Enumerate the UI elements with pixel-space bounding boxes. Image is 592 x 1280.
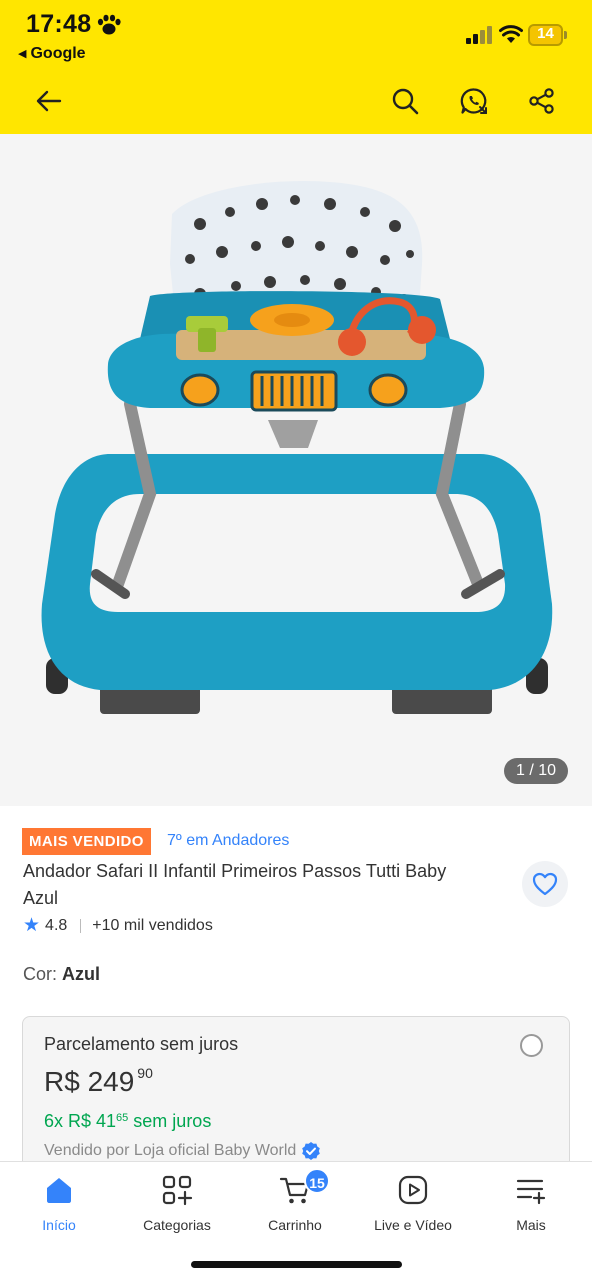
installment-radio[interactable] bbox=[520, 1034, 543, 1057]
installment-suffix: sem juros bbox=[128, 1111, 212, 1131]
product-gallery[interactable]: 1 / 10 bbox=[0, 134, 592, 806]
menu-plus-icon bbox=[516, 1179, 546, 1205]
paw-icon bbox=[97, 14, 121, 35]
back-button[interactable] bbox=[29, 81, 69, 121]
rating-value: 4.8 bbox=[45, 916, 68, 934]
favorite-button[interactable] bbox=[522, 861, 568, 907]
category-rank-link[interactable]: 7º em Andadores bbox=[167, 832, 289, 850]
nav-inicio-label: Início bbox=[42, 1217, 76, 1233]
price: R$ 249 90 bbox=[44, 1065, 153, 1098]
installment-amount: 6x R$ 41 bbox=[44, 1111, 117, 1131]
product-image bbox=[41, 181, 553, 714]
installment-info: 6x R$ 4165 sem juros bbox=[44, 1111, 211, 1132]
nav-live-video[interactable]: Live e Vídeo bbox=[354, 1174, 472, 1244]
nav-mais-label: Mais bbox=[516, 1217, 546, 1233]
product-info: MAIS VENDIDO 7º em Andadores Andador Saf… bbox=[0, 806, 592, 1186]
cellular-signal-icon bbox=[466, 26, 492, 44]
nav-live-video-label: Live e Vídeo bbox=[374, 1217, 452, 1233]
color-label: Cor: bbox=[23, 964, 58, 984]
installment-cents: 65 bbox=[116, 1112, 129, 1124]
best-seller-badge: MAIS VENDIDO bbox=[22, 828, 151, 855]
home-icon bbox=[47, 1178, 71, 1203]
whatsapp-icon bbox=[460, 88, 487, 114]
heart-icon bbox=[532, 872, 558, 896]
price-cents: 90 bbox=[137, 1065, 153, 1081]
color-selector: Cor: Azul bbox=[23, 964, 100, 985]
back-to-app-link[interactable]: ◀ Google bbox=[18, 45, 86, 63]
search-icon bbox=[392, 88, 419, 115]
search-button[interactable] bbox=[385, 81, 425, 121]
share-icon bbox=[529, 88, 554, 114]
back-arrow-icon bbox=[36, 90, 62, 112]
wifi-icon bbox=[499, 25, 523, 43]
price-main: R$ 249 bbox=[44, 1066, 135, 1097]
whatsapp-button[interactable] bbox=[454, 81, 494, 121]
categories-icon bbox=[162, 1175, 193, 1206]
rating-row[interactable]: ★ 4.8 +10 mil vendidos bbox=[23, 914, 213, 937]
nav-carrinho[interactable]: 15 Carrinho bbox=[236, 1168, 354, 1244]
image-counter: 1 / 10 bbox=[503, 758, 568, 784]
seller-info: Vendido por Loja oficial Baby World bbox=[44, 1141, 321, 1161]
home-indicator bbox=[191, 1261, 402, 1268]
nav-carrinho-label: Carrinho bbox=[268, 1217, 322, 1233]
status-time: 17:48 bbox=[26, 10, 92, 38]
sold-count: +10 mil vendidos bbox=[92, 916, 213, 934]
back-triangle-icon: ◀ bbox=[18, 48, 27, 60]
play-icon bbox=[398, 1175, 428, 1205]
nav-categorias-label: Categorias bbox=[143, 1217, 211, 1233]
seller-text: Vendido por Loja oficial Baby World bbox=[44, 1142, 297, 1159]
star-icon: ★ bbox=[23, 915, 41, 936]
nav-inicio[interactable]: Início bbox=[0, 1174, 118, 1244]
nav-mais[interactable]: Mais bbox=[472, 1174, 590, 1244]
battery-level: 14 bbox=[537, 25, 554, 42]
color-value: Azul bbox=[62, 964, 101, 984]
rating-divider bbox=[80, 918, 82, 933]
share-button[interactable] bbox=[522, 81, 562, 121]
verified-badge-icon bbox=[302, 1142, 321, 1160]
back-app-label: Google bbox=[30, 45, 86, 62]
battery-indicator: 14 bbox=[528, 24, 568, 46]
cart-count-badge: 15 bbox=[304, 1168, 330, 1194]
product-title: Andador Safari II Infantil Primeiros Pas… bbox=[23, 861, 447, 908]
top-header: 17:48 ◀ Google 14 bbox=[0, 0, 592, 134]
nav-categorias[interactable]: Categorias bbox=[118, 1174, 236, 1244]
installment-title: Parcelamento sem juros bbox=[44, 1034, 239, 1054]
